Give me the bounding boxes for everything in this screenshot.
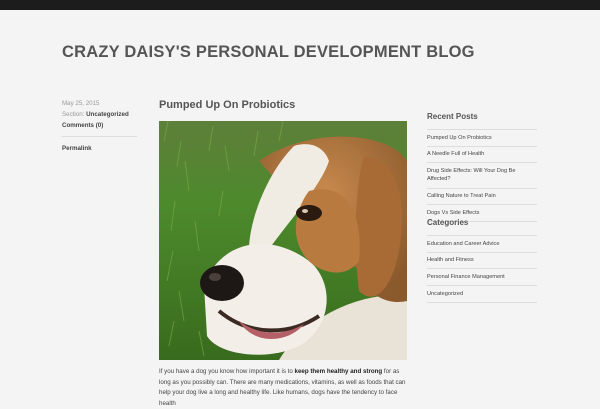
list-item: Pumped Up On Probiotics: [427, 130, 537, 147]
post-body: If you have a dog you know how important…: [159, 367, 411, 409]
list-item: Education and Career Advice: [427, 236, 537, 253]
recent-posts-list: Pumped Up On Probiotics A Needle Full of…: [427, 129, 537, 222]
list-item: Uncategorized: [427, 286, 537, 303]
category-link[interactable]: Personal Finance Management: [427, 274, 505, 280]
categories-widget: Categories Education and Career Advice H…: [427, 218, 537, 303]
post-body-text-1: If you have a dog you know how important…: [159, 368, 295, 375]
list-item: Calling Nature to Treat Pain: [427, 189, 537, 206]
post-body-bold: keep them healthy and strong: [294, 368, 383, 375]
section-link[interactable]: Uncategorized: [86, 111, 129, 118]
list-item: Personal Finance Management: [427, 269, 537, 287]
post-date: May 25, 2015: [62, 100, 100, 107]
category-link[interactable]: Education and Career Advice: [427, 241, 499, 247]
categories-title: Categories: [427, 218, 469, 227]
beagle-illustration: [159, 121, 407, 360]
recent-post-link[interactable]: Dogs Vs Side Effects: [427, 210, 479, 216]
post-meta: May 25, 2015 Section: Uncategorized Comm…: [62, 98, 137, 154]
recent-posts-title: Recent Posts: [427, 112, 478, 121]
recent-post-link[interactable]: Calling Nature to Treat Pain: [427, 193, 496, 199]
comments-link[interactable]: Comments (0): [62, 122, 103, 129]
recent-post-link[interactable]: Pumped Up On Probiotics: [427, 135, 492, 141]
categories-list: Education and Career Advice Health and F…: [427, 235, 537, 303]
category-link[interactable]: Health and Fitness: [427, 257, 474, 263]
post-image: [159, 121, 407, 360]
post-section: Section: Uncategorized: [62, 109, 137, 120]
list-item: Health and Fitness: [427, 253, 537, 270]
list-item: A Needle Full of Health: [427, 147, 537, 164]
list-item: Drug Side Effects: Will Your Dog Be Affe…: [427, 163, 537, 189]
recent-posts-widget: Recent Posts Pumped Up On Probiotics A N…: [427, 112, 537, 222]
permalink-link[interactable]: Permalink: [62, 145, 92, 152]
top-bar: [0, 0, 600, 10]
section-label: Section:: [62, 111, 85, 118]
recent-post-link[interactable]: A Needle Full of Health: [427, 151, 484, 157]
meta-divider: [62, 136, 137, 137]
post-comments: Comments (0): [62, 120, 137, 131]
category-link[interactable]: Uncategorized: [427, 291, 463, 297]
recent-post-link[interactable]: Drug Side Effects: Will Your Dog Be Affe…: [427, 168, 516, 183]
post-title[interactable]: Pumped Up On Probiotics: [159, 99, 295, 111]
site-title[interactable]: CRAZY DAISY'S PERSONAL DEVELOPMENT BLOG: [62, 43, 475, 62]
